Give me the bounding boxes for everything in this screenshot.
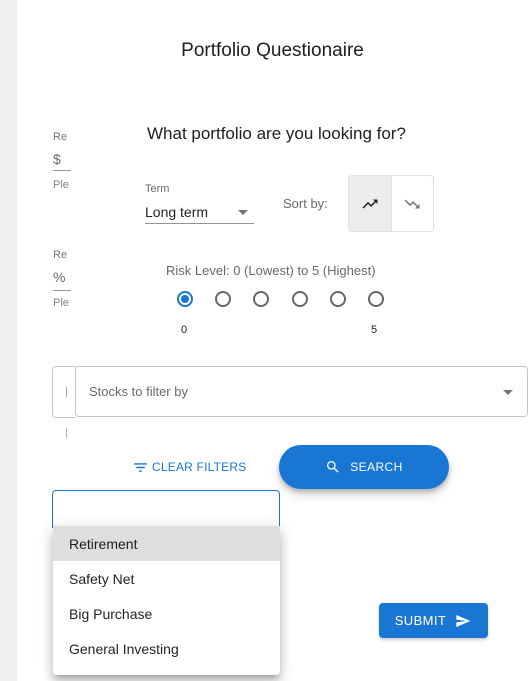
goal-menu-item[interactable]: General Investing bbox=[53, 631, 280, 666]
goal-menu-list: Retirement Safety Net Big Purchase General … bbox=[53, 526, 280, 666]
clear-filters-label: CLEAR FILTERS bbox=[152, 460, 247, 474]
risk-min-label: 0 bbox=[181, 324, 188, 336]
risk-radio-5[interactable] bbox=[368, 291, 384, 307]
submit-button[interactable]: SUBMIT bbox=[379, 603, 488, 638]
goal-select-outline[interactable] bbox=[52, 490, 280, 528]
search-icon bbox=[327, 461, 339, 473]
stocks-filter-input[interactable]: Stocks to filter by bbox=[75, 366, 528, 417]
questionnaire-card: Portfolio Questionaire Re $ Ple Re % Ple… bbox=[17, 0, 528, 681]
field1-adornment: $ bbox=[53, 151, 61, 167]
risk-radio-0[interactable] bbox=[177, 291, 193, 307]
sort-toggle-group bbox=[348, 175, 434, 232]
term-select[interactable]: Long term bbox=[145, 196, 254, 224]
background-field-caret bbox=[66, 387, 67, 397]
field2-label: Re bbox=[53, 249, 68, 261]
search-label: SEARCH bbox=[350, 460, 403, 474]
trending-down-icon bbox=[404, 199, 420, 208]
term-label: Term bbox=[145, 183, 170, 195]
portfolio-question: What portfolio are you looking for? bbox=[147, 124, 406, 143]
field2-helper: Ple bbox=[53, 297, 69, 309]
goal-dropdown-menu: Retirement Safety Net Big Purchase General … bbox=[53, 526, 280, 675]
submit-label: SUBMIT bbox=[394, 613, 447, 628]
search-button[interactable]: SEARCH bbox=[279, 445, 449, 489]
background-field-mark bbox=[66, 428, 67, 438]
trending-up-icon bbox=[362, 199, 378, 208]
send-icon bbox=[456, 614, 471, 627]
sort-ascending-button[interactable] bbox=[349, 176, 391, 231]
risk-level-label: Risk Level: 0 (Lowest) to 5 (Highest) bbox=[166, 263, 376, 278]
field1-helper: Ple bbox=[53, 179, 69, 191]
field1-label: Re bbox=[53, 131, 68, 143]
risk-radio-1[interactable] bbox=[215, 291, 231, 307]
risk-max-label: 5 bbox=[371, 324, 378, 336]
stocks-filter-placeholder: Stocks to filter by bbox=[89, 384, 188, 399]
background-outlined-field bbox=[52, 366, 76, 418]
field2-adornment: % bbox=[53, 269, 66, 285]
goal-menu-item[interactable]: Big Purchase bbox=[53, 596, 280, 631]
risk-radio-2[interactable] bbox=[253, 291, 269, 307]
filter-list-icon bbox=[134, 462, 147, 472]
risk-radio-4[interactable] bbox=[330, 291, 346, 307]
stocks-dropdown-arrow-icon[interactable] bbox=[503, 390, 513, 395]
sort-descending-button[interactable] bbox=[390, 176, 433, 231]
page-title: Portfolio Questionaire bbox=[181, 40, 364, 61]
risk-radio-3[interactable] bbox=[292, 291, 308, 307]
goal-menu-item[interactable]: Safety Net bbox=[53, 561, 280, 596]
goal-menu-item[interactable]: Retirement bbox=[53, 526, 280, 561]
sort-by-label: Sort by: bbox=[283, 196, 328, 211]
field1-underline bbox=[53, 170, 71, 171]
clear-filters-button[interactable]: CLEAR FILTERS bbox=[132, 454, 246, 480]
term-value: Long term bbox=[145, 204, 209, 220]
field2-underline bbox=[53, 290, 71, 291]
term-dropdown-arrow-icon bbox=[238, 210, 248, 215]
